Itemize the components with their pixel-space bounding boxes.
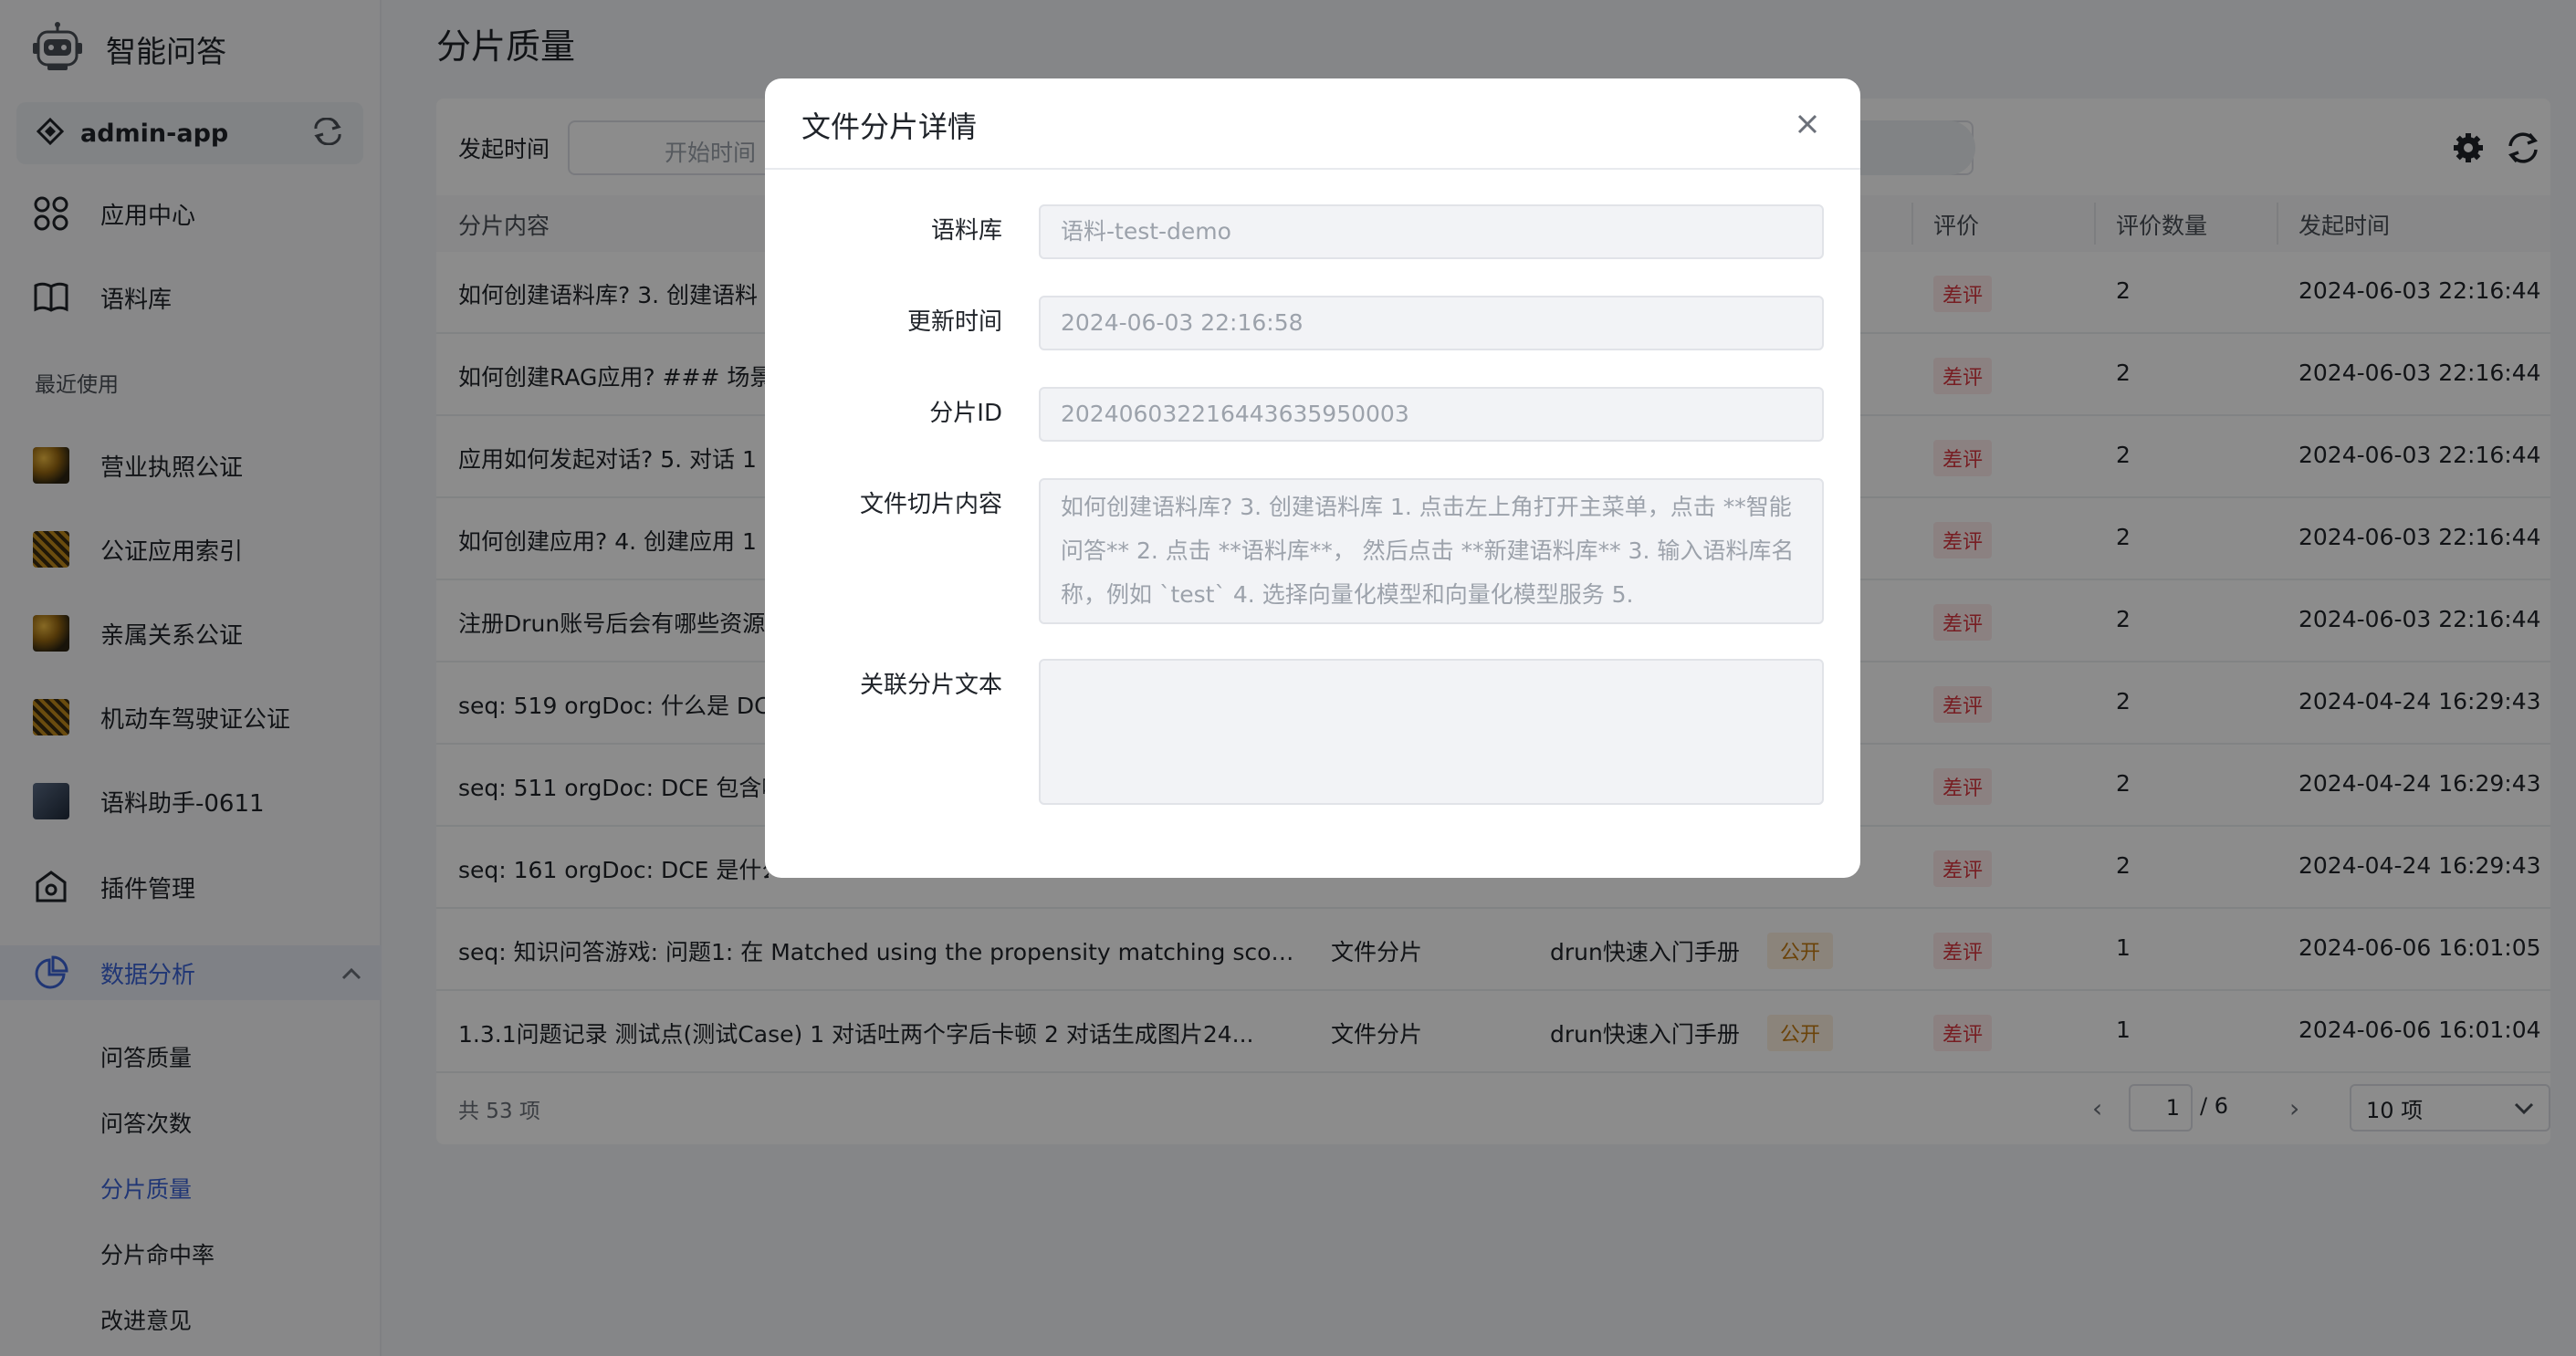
field-label-chunk-id: 分片ID [929,400,1002,427]
modal-header: 文件分片详情 [765,78,1860,170]
field-label-corpus: 语料库 [930,217,1002,245]
chunk-id-field: 20240603221644363595000​3 [1039,387,1824,442]
chunk-content-textarea[interactable]: 如何创建语料库? 3. 创建语料库 1. 点击左上角打开主菜单，点击 **智能问… [1039,478,1824,624]
field-label-related: 关联分片文本 [859,672,1002,699]
corpus-field: 语料-test-demo [1039,204,1824,259]
modal-title: 文件分片详情 [801,110,978,144]
chunk-detail-modal: 文件分片详情 语料库 语料-test-demo 更新时间 2024-06-03 … [765,78,1860,878]
related-chunk-textarea[interactable] [1039,659,1824,805]
field-label-content: 文件切片内容 [859,491,1002,518]
close-icon[interactable] [1789,106,1826,142]
field-label-updated: 更新时间 [906,308,1002,336]
updated-time-field: 2024-06-03 22:16:58 [1039,296,1824,350]
